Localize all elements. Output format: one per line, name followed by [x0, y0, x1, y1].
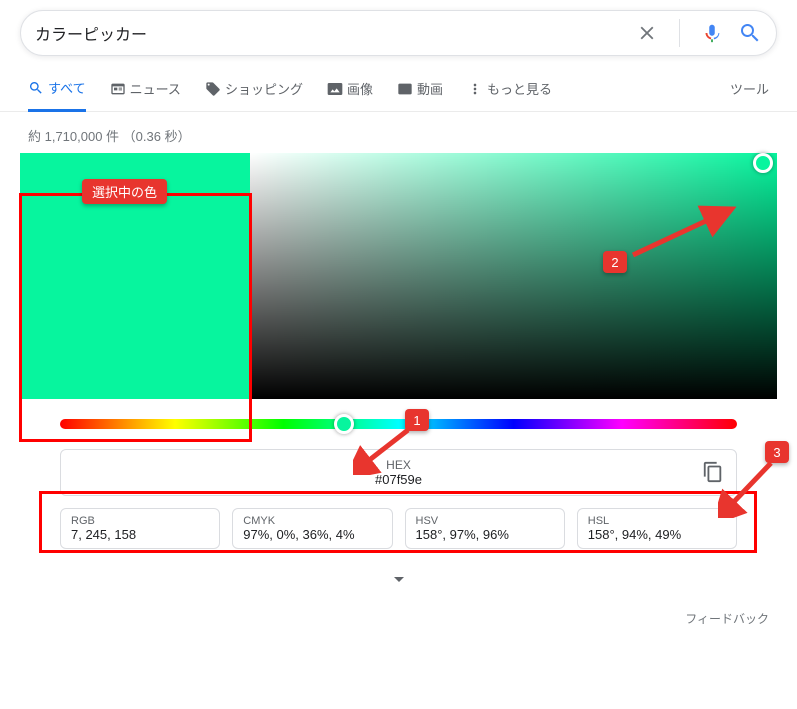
feedback-link[interactable]: フィードバック [0, 602, 797, 635]
tab-all[interactable]: すべて [28, 78, 86, 112]
search-input[interactable] [35, 24, 635, 42]
format-value: 158°, 94%, 49% [588, 527, 726, 542]
tab-label: 画像 [347, 79, 373, 98]
format-hsv[interactable]: HSV 158°, 97%, 96% [405, 508, 565, 549]
hex-label: HEX [69, 458, 728, 472]
chevron-down-icon [387, 567, 411, 591]
color-swatch [20, 153, 250, 399]
format-label: HSV [416, 515, 554, 527]
format-value: 97%, 0%, 36%, 4% [243, 527, 381, 542]
search-bar [20, 10, 777, 56]
more-icon [467, 81, 483, 97]
image-icon [327, 81, 343, 97]
video-icon [397, 81, 413, 97]
format-hsl[interactable]: HSL 158°, 94%, 49% [577, 508, 737, 549]
format-label: RGB [71, 515, 209, 527]
result-stats: 約 1,710,000 件 （0.36 秒） [0, 112, 797, 153]
tab-label: ショッピング [225, 79, 303, 98]
search-icon[interactable] [738, 21, 762, 45]
tools-button[interactable]: ツール [730, 79, 769, 110]
clear-icon[interactable] [635, 21, 659, 45]
saturation-value-panel[interactable] [250, 153, 777, 399]
format-cmyk[interactable]: CMYK 97%, 0%, 36%, 4% [232, 508, 392, 549]
hue-handle[interactable] [334, 414, 354, 434]
tab-videos[interactable]: 動画 [397, 79, 443, 110]
format-rgb[interactable]: RGB 7, 245, 158 [60, 508, 220, 549]
tab-images[interactable]: 画像 [327, 79, 373, 110]
format-value: 158°, 97%, 96% [416, 527, 554, 542]
hex-value: #07f59e [69, 472, 728, 487]
tab-shopping[interactable]: ショッピング [205, 79, 303, 110]
copy-icon[interactable] [702, 461, 726, 485]
tab-label: ニュース [130, 79, 181, 98]
expand-button[interactable] [20, 551, 777, 602]
tab-label: すべて [48, 78, 86, 97]
tag-icon [205, 81, 221, 97]
tab-more[interactable]: もっと見る [467, 79, 552, 110]
voice-search-icon[interactable] [700, 21, 724, 45]
format-label: CMYK [243, 515, 381, 527]
tab-news[interactable]: ニュース [110, 79, 181, 110]
hex-box[interactable]: HEX #07f59e [60, 449, 737, 496]
color-picker: HEX #07f59e RGB 7, 245, 158 CMYK 97%, 0%… [20, 153, 777, 602]
tab-label: もっと見る [487, 79, 552, 98]
tabs-bar: すべて ニュース ショッピング 画像 動画 もっと見る ツール [0, 78, 797, 112]
hue-slider[interactable] [60, 419, 737, 429]
format-value: 7, 245, 158 [71, 527, 209, 542]
news-icon [110, 81, 126, 97]
tab-label: 動画 [417, 79, 443, 98]
search-icon [28, 80, 44, 96]
sv-handle[interactable] [753, 153, 773, 173]
format-label: HSL [588, 515, 726, 527]
